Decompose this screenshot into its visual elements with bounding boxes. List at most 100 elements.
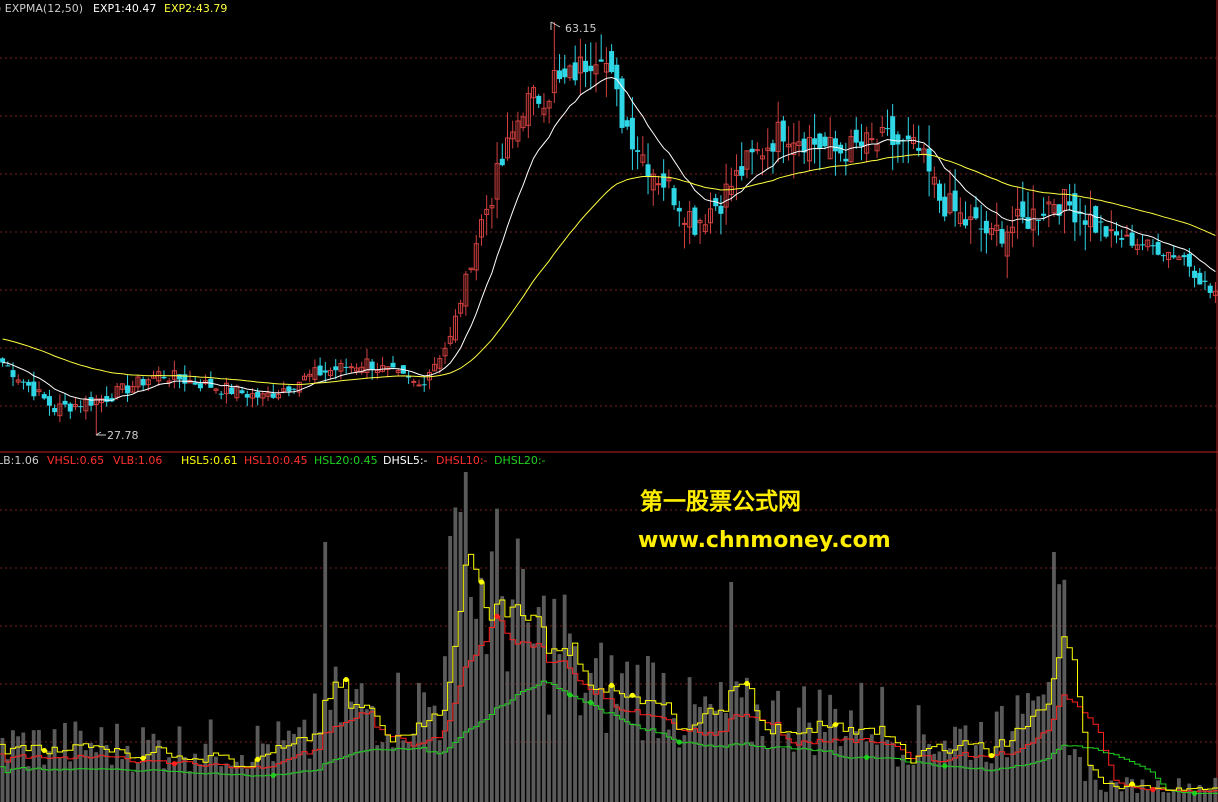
candle-body: [963, 219, 969, 226]
candle: [307, 369, 313, 382]
volume-bar: [1119, 791, 1124, 802]
candle: [249, 388, 255, 408]
candle: [62, 393, 68, 408]
candle: [1181, 252, 1187, 266]
volume-bar: [1052, 552, 1056, 802]
volume-bar: [1124, 777, 1129, 802]
candle: [343, 358, 349, 374]
candle: [197, 379, 203, 392]
candle: [1030, 185, 1036, 247]
volume-bar: [599, 642, 603, 802]
dhsl5-label: DHSL5:-: [383, 454, 428, 467]
candle: [520, 112, 526, 132]
volume-bar: [474, 618, 479, 802]
candle: [93, 394, 99, 435]
candle: [609, 44, 615, 74]
volume-bar: [47, 751, 52, 802]
volume-bar: [672, 718, 676, 802]
candle-body: [499, 158, 505, 166]
volume-bar: [505, 671, 510, 802]
candle-body: [140, 379, 146, 386]
volume-bar: [812, 755, 817, 802]
volume-bar: [385, 735, 390, 802]
candle-body: [754, 149, 760, 152]
candle-body: [905, 135, 911, 140]
candle-body: [1129, 232, 1135, 246]
volume-bar: [1015, 695, 1020, 802]
volume-bar: [547, 714, 551, 802]
volume-bar: [614, 703, 619, 802]
volume-bar: [443, 656, 447, 802]
candle: [562, 54, 568, 84]
candle: [588, 42, 594, 90]
volume-bar: [718, 682, 723, 802]
candle: [478, 214, 484, 246]
volume-bar: [906, 764, 911, 802]
hsl-marker: [832, 722, 839, 728]
volume-bar: [1005, 757, 1009, 802]
candle-body: [635, 150, 641, 152]
candle: [1145, 239, 1151, 252]
candle-body: [1202, 280, 1208, 282]
candle-body: [78, 406, 84, 408]
volume-bar: [396, 672, 400, 802]
volume-bar: [323, 542, 328, 802]
candle-body: [999, 229, 1005, 244]
dhsl20-label: DHSL20:-: [494, 454, 546, 467]
volume-bar: [677, 747, 682, 802]
volume-bar: [1057, 584, 1062, 802]
candle: [229, 383, 235, 395]
candle: [942, 183, 948, 222]
candle-body: [1140, 244, 1146, 246]
candle-body: [406, 376, 412, 378]
volume-bar: [354, 689, 359, 802]
hsl-marker: [676, 739, 682, 745]
volume-bar: [109, 764, 114, 802]
candle-body: [411, 380, 417, 383]
candle-body: [978, 228, 984, 230]
candle-body: [88, 397, 94, 406]
volume-bar: [406, 742, 411, 802]
candle: [687, 201, 693, 244]
candle-body: [937, 183, 943, 201]
candle-body: [10, 370, 16, 378]
candle-body: [780, 120, 786, 142]
candle: [354, 363, 360, 376]
hsl-marker: [255, 756, 261, 762]
candle-body: [322, 370, 328, 373]
indicator-name: ) EXPMA(12,50): [0, 2, 83, 15]
candle: [1166, 251, 1172, 269]
candle: [348, 363, 354, 374]
candle-body: [858, 141, 864, 147]
candle-body: [645, 164, 651, 178]
candle: [223, 377, 229, 404]
volume-bar: [958, 728, 963, 802]
candle: [692, 205, 698, 237]
candle: [99, 394, 104, 413]
volume-bar: [302, 719, 307, 802]
candle: [270, 384, 276, 399]
hsl-marker: [1150, 787, 1156, 793]
candle: [15, 374, 21, 385]
candle-body: [572, 62, 578, 81]
candle: [380, 356, 386, 373]
volume-bars: [0, 472, 1218, 802]
volume-bar: [375, 745, 380, 802]
candle: [104, 386, 110, 407]
volume-bar: [859, 682, 864, 802]
volume-bar: [828, 694, 833, 802]
watermark-url: www.chnmoney.com: [638, 528, 891, 553]
candle: [812, 114, 818, 164]
volume-bar: [16, 736, 21, 802]
volume-bar: [281, 740, 286, 802]
candle-body: [1119, 237, 1125, 240]
volume-bar: [750, 741, 754, 802]
volume-bar: [817, 689, 822, 802]
candle: [57, 394, 63, 423]
volume-bar: [255, 725, 260, 802]
volume-bar: [521, 568, 525, 802]
low-annotation: 27.78: [95, 429, 139, 442]
volume-bar: [94, 752, 99, 802]
candle-body: [348, 366, 354, 369]
volume-bar: [583, 692, 588, 802]
